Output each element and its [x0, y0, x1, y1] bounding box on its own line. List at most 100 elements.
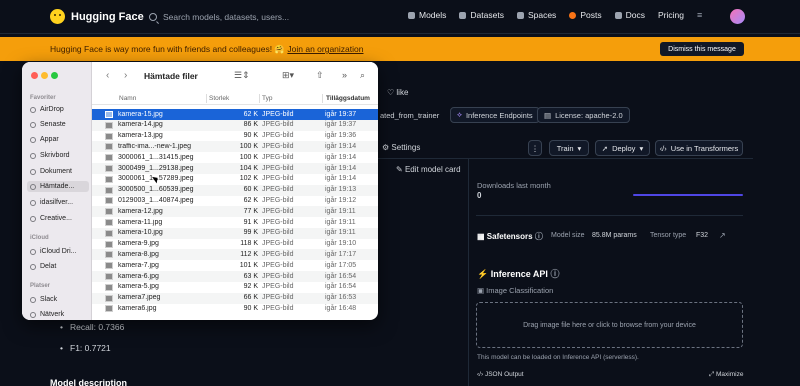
safetensors-label[interactable]: ▦ Safetensors ⓘ [477, 231, 543, 242]
file-row[interactable]: kamera-8.jpg 112 K JPEG-bild igår 17:17 [92, 249, 378, 261]
sidebar-item-apps[interactable]: Appar [27, 134, 89, 145]
share-icon[interactable]: ⇧ [316, 70, 324, 81]
column-kind[interactable]: Typ [262, 95, 272, 102]
sidebar-item-airdrop[interactable]: AirDrop [27, 104, 89, 115]
inference-api-title: ⚡ Inference API ⓘ [477, 269, 560, 279]
sidebar-item-icloud-drive[interactable]: iCloud Dri... [27, 246, 89, 257]
more-options-button[interactable]: ⋮ [528, 140, 542, 156]
nav-datasets[interactable]: Datasets [459, 10, 504, 20]
maximize-icon: ⤢ [709, 371, 717, 378]
file-size: 77 K [243, 207, 258, 215]
json-output-button[interactable]: ‹/› JSON Output [477, 371, 524, 378]
edit-model-card-button[interactable]: ✎ Edit model card [396, 165, 461, 174]
more-toolbar-icon[interactable]: » [342, 70, 347, 80]
file-row[interactable]: kamera-5.jpg 92 K JPEG-bild igår 16:54 [92, 282, 378, 293]
image-file-icon [105, 294, 113, 302]
tag-trainer[interactable]: ated_from_trainer [380, 107, 439, 123]
file-row[interactable]: kamera-14.jpg 86 K JPEG-bild igår 19:37 [92, 119, 378, 131]
search-icon[interactable]: ⌕ [360, 70, 365, 81]
column-size[interactable]: Storlek [209, 95, 229, 102]
train-button[interactable]: Train ▾ [549, 140, 589, 156]
tag-license[interactable]: ▤ License: apache-2.0 [537, 107, 630, 123]
sidebar-item-recent[interactable]: Senaste [27, 119, 89, 130]
forward-icon[interactable]: › [124, 70, 127, 81]
list-view-icon[interactable]: ☰⇕ [234, 70, 250, 81]
nav-docs[interactable]: Docs [614, 10, 645, 20]
file-row[interactable]: kamera-11.jpg 91 K JPEG-bild igår 19:11 [92, 217, 378, 228]
file-row[interactable]: 0129003_1...40874.jpeg 62 K JPEG-bild igår … [92, 195, 378, 206]
file-name: kamera-10.jpg [118, 229, 163, 237]
file-row[interactable]: 3000499_1...29138.jpeg 104 K JPEG-bild igår… [92, 163, 378, 174]
document-icon [30, 168, 36, 175]
file-row[interactable]: kamera-10.jpg 99 K JPEG-bild igår 19:11 [92, 227, 378, 239]
deploy-button[interactable]: ➚ Deploy ▾ [595, 140, 650, 156]
group-icon[interactable]: ⊞▾ [282, 70, 294, 81]
use-in-transformers-button[interactable]: ‹/› Use in Transformers [655, 140, 743, 156]
user-avatar[interactable] [730, 9, 745, 24]
file-date-added: igår 19:11 [325, 218, 356, 226]
maximize-button[interactable]: ⤢ Maximize [709, 371, 743, 379]
file-kind: JPEG-bild [262, 175, 294, 183]
section-divider [476, 215, 743, 216]
sidebar-item-shared[interactable]: Delat [27, 261, 89, 272]
sidebar-item-home[interactable]: idasilfver... [27, 197, 89, 208]
model-size-value: 85.8M params [592, 232, 637, 239]
file-kind: JPEG-bild [262, 261, 294, 269]
file-kind: JPEG-bild [262, 283, 294, 291]
image-file-icon [105, 175, 113, 183]
nav-posts[interactable]: Posts [569, 10, 602, 20]
file-row[interactable]: kamera-13.jpg 90 K JPEG-bild igår 19:36 [92, 131, 378, 142]
finder-toolbar: ‹ › Hämtade filer ☰⇕ ⊞▾ ⇧ » ⌕ [92, 62, 378, 90]
file-row[interactable]: kamera7.jpeg 66 K JPEG-bild igår 16:53 [92, 292, 378, 304]
info-icon: ⓘ [550, 269, 560, 279]
like-button[interactable]: ♡ like [387, 88, 408, 97]
file-row[interactable]: traffic-ima...-new-1.jpeg 100 K JPEG-bild i… [92, 141, 378, 153]
zoom-window-icon[interactable] [51, 72, 58, 79]
tab-settings[interactable]: ⚙ Settings [382, 143, 420, 152]
file-row[interactable]: kamera-15.jpg 62 K JPEG-bild igår 19:37 [92, 109, 378, 120]
file-row[interactable]: kamera-6.jpg 63 K JPEG-bild igår 16:54 [92, 271, 378, 282]
external-link-icon[interactable]: ↗ [719, 231, 726, 240]
file-row[interactable]: 3000500_1...60539.jpeg 60 K JPEG-bild igår … [92, 184, 378, 196]
hf-logo[interactable]: Hugging Face [50, 9, 144, 24]
file-size: 90 K [243, 304, 258, 312]
image-file-icon [105, 305, 113, 313]
close-window-icon[interactable] [31, 72, 38, 79]
file-row[interactable]: kamera-7.jpg 101 K JPEG-bild igår 17:05 [92, 260, 378, 271]
sidebar-item-desktop[interactable]: Skrivbord [27, 150, 89, 161]
column-date-added[interactable]: Tilläggsdatum [326, 95, 370, 102]
sidebar-item-creative[interactable]: Creative... [27, 213, 89, 224]
file-size: 104 K [239, 164, 258, 172]
more-menu-icon[interactable]: ≡ [697, 10, 702, 20]
file-row[interactable]: kamera-9.jpg 118 K JPEG-bild igår 19:10 [92, 239, 378, 250]
file-kind: JPEG-bild [262, 153, 294, 161]
image-file-icon [105, 229, 113, 237]
sidebar-item-documents[interactable]: Dokument [27, 166, 89, 177]
file-size: 60 K [243, 186, 258, 194]
file-name: kamera-9.jpg [118, 240, 159, 248]
file-size: 62 K [243, 110, 258, 118]
finder-sidebar: Favoriter AirDrop Senaste Appar Skrivbor… [22, 62, 92, 320]
dismiss-button[interactable]: Dismiss this message [660, 42, 744, 56]
nav-pricing[interactable]: Pricing [658, 10, 684, 20]
file-date-added: igår 19:10 [325, 240, 357, 248]
column-name[interactable]: Namn [119, 95, 136, 102]
file-row[interactable]: kamera6.jpg 90 K JPEG-bild igår 16:48 [92, 303, 378, 314]
file-kind: JPEG-bild [262, 164, 294, 172]
image-dropzone[interactable]: Drag image file here or click to browse … [476, 302, 743, 348]
file-row[interactable]: 3000061_1...31415.jpeg 100 K JPEG-bild igår… [92, 152, 378, 163]
sidebar-item-network[interactable]: Nätverk [27, 309, 89, 320]
nav-models[interactable]: Models [408, 10, 446, 20]
join-organization-link[interactable]: Join an organization [287, 44, 363, 54]
nav-spaces[interactable]: Spaces [516, 10, 556, 20]
search-input[interactable]: Search models, datasets, users... [143, 7, 373, 27]
file-row[interactable]: 3000061_1...57289.jpeg 102 K JPEG-bild igår… [92, 174, 378, 185]
minimize-window-icon[interactable] [41, 72, 48, 79]
file-name: kamera-13.jpg [118, 132, 163, 140]
sidebar-item-downloads[interactable]: Hämtade... [27, 181, 89, 192]
back-icon[interactable]: ‹ [106, 70, 109, 81]
folder-icon [30, 215, 36, 222]
file-row[interactable]: kamera-12.jpg 77 K JPEG-bild igår 19:11 [92, 206, 378, 218]
tag-inference-endpoints[interactable]: ⟡ Inference Endpoints [450, 107, 540, 123]
sidebar-item-slack[interactable]: Slack [27, 294, 89, 305]
